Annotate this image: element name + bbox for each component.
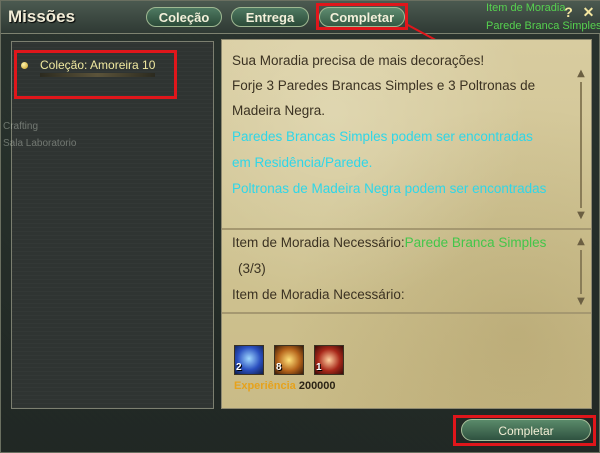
fire-orb-icon[interactable]: 8 xyxy=(274,345,304,375)
help-icon[interactable]: ? xyxy=(561,5,576,20)
highlight-quest-item xyxy=(14,50,177,99)
scroll-down-icon[interactable]: ▼ xyxy=(575,210,587,222)
missions-window: Missões Coleção Entrega Completar Item d… xyxy=(0,0,600,453)
flame-burst-icon[interactable]: 1 xyxy=(314,345,344,375)
description-section: Sua Moradia precisa de mais decorações! … xyxy=(222,40,591,230)
requirement-progress-1: (3/3) xyxy=(238,261,266,276)
background-text-2: Parede Branca Simples xyxy=(486,20,600,32)
reward-count-3: 1 xyxy=(316,362,322,373)
window-title: Missões xyxy=(8,7,76,26)
hint-line-3: Poltronas de Madeira Negra podem ser enc… xyxy=(232,181,547,196)
close-icon[interactable]: ✕ xyxy=(581,5,596,20)
reward-count-2: 8 xyxy=(276,362,282,373)
tab-colecao[interactable]: Coleção xyxy=(146,7,222,27)
title-bar: Missões Coleção Entrega Completar Item d… xyxy=(1,1,600,34)
experience-value: 200000 xyxy=(298,380,336,392)
scroll-item-icon[interactable]: 2 xyxy=(234,345,264,375)
experience-label: Experiência xyxy=(234,380,296,392)
tab-entrega[interactable]: Entrega xyxy=(231,7,309,27)
requirement-line-1: Item de Moradia Necessário:Parede Branca… xyxy=(232,235,546,250)
requirement-label-1: Item de Moradia Necessário: xyxy=(232,235,405,250)
description-line-1: Sua Moradia precisa de mais decorações! xyxy=(232,53,485,68)
description-line-3: Madeira Negra. xyxy=(232,103,326,118)
requirements-section: Item de Moradia Necessário:Parede Branca… xyxy=(222,232,591,314)
experience-reward: Experiência 200000 xyxy=(234,380,336,392)
scroll-up-icon[interactable]: ▲ xyxy=(575,68,587,80)
requirement-label-2: Item de Moradia Necessário: xyxy=(232,287,405,302)
scroll-up-icon[interactable]: ▲ xyxy=(575,236,587,248)
requirement-item-1: Parede Branca Simples xyxy=(404,235,547,250)
background-text-4: Sala Laboratorio xyxy=(3,138,77,149)
hint-line-2: em Residência/Parede. xyxy=(232,155,373,170)
scroll-down-icon[interactable]: ▼ xyxy=(575,296,587,308)
quest-detail-panel: Sua Moradia precisa de mais decorações! … xyxy=(221,39,592,409)
background-text-3: Crafting xyxy=(3,121,39,132)
hint-line-1: Paredes Brancas Simples podem ser encont… xyxy=(232,129,533,144)
description-scrollbar[interactable]: ▲ ▼ xyxy=(575,68,587,228)
highlight-complete-button xyxy=(453,415,596,446)
reward-count-1: 2 xyxy=(236,362,242,373)
background-text-1: Item de Moradia xyxy=(486,2,566,14)
requirements-scrollbar[interactable]: ▲ ▼ xyxy=(575,236,587,312)
description-line-2: Forje 3 Paredes Brancas Simples e 3 Polt… xyxy=(232,78,536,93)
